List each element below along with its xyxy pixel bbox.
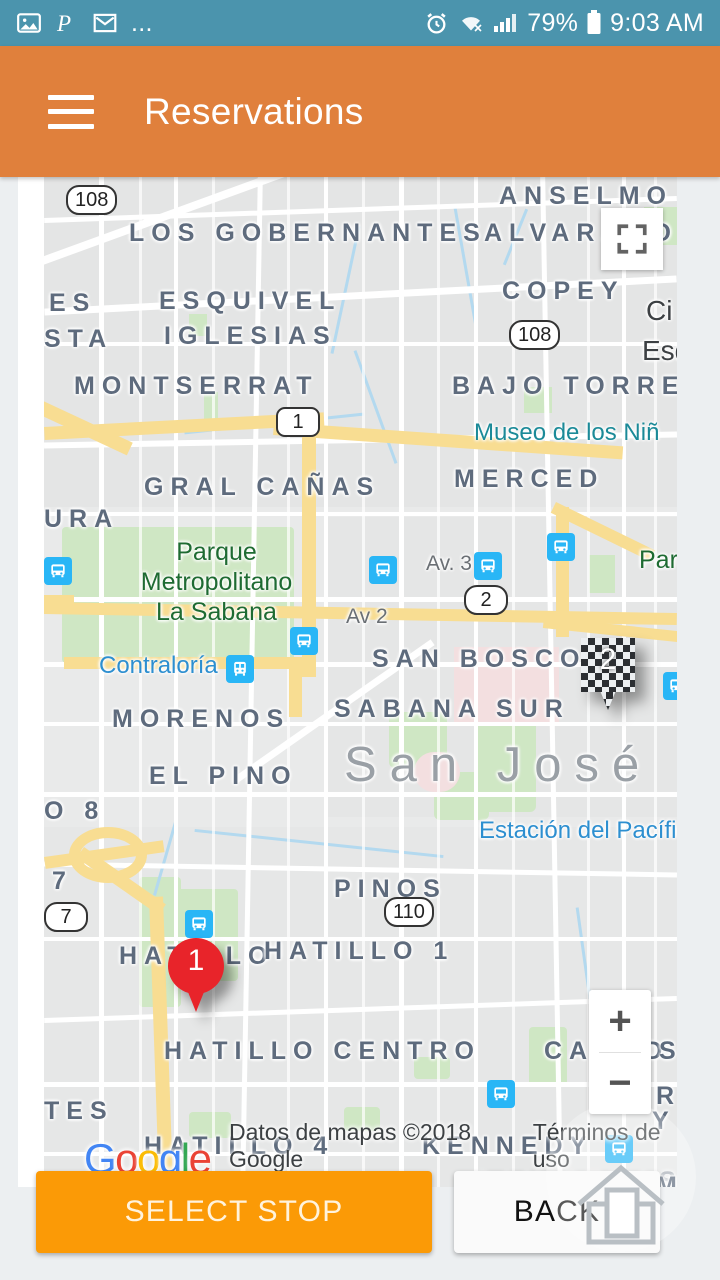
highway-shield: 1 xyxy=(276,407,320,437)
map-marker-1[interactable]: 1 xyxy=(168,938,224,1012)
fullscreen-icon[interactable] xyxy=(601,208,663,270)
park-sabana xyxy=(62,527,294,663)
content-area: LOS GOBERNANTES ANSELMO ALVARADO COPEY E… xyxy=(0,177,720,1280)
road xyxy=(139,177,142,1187)
hamburger-bar xyxy=(48,109,94,114)
green-patch xyxy=(414,1057,450,1079)
status-bar: P ... 79% 9:03 AM xyxy=(0,0,720,46)
gmail-icon xyxy=(92,10,118,36)
road xyxy=(474,177,478,1187)
page-title: Reservations xyxy=(144,90,364,132)
bus-stop-icon[interactable] xyxy=(474,552,502,580)
bus-stop-icon[interactable] xyxy=(369,556,397,584)
bus-stop-icon[interactable] xyxy=(185,910,213,938)
green-patch xyxy=(589,555,615,593)
highway-shield: 2 xyxy=(464,585,508,615)
zoom-in-button[interactable]: + xyxy=(589,990,651,1052)
green-patch xyxy=(529,1027,567,1087)
map-canvas[interactable]: LOS GOBERNANTES ANSELMO ALVARADO COPEY E… xyxy=(44,177,677,1187)
signal-icon xyxy=(493,11,519,35)
bus-stop-icon[interactable] xyxy=(290,627,318,655)
road xyxy=(212,177,215,1187)
highway-shield: 108 xyxy=(66,185,118,215)
road xyxy=(399,177,404,1187)
green-patch xyxy=(189,314,207,336)
bottom-button-bar: SELECT STOP BACK xyxy=(0,1166,720,1258)
map-card: LOS GOBERNANTES ANSELMO ALVARADO COPEY E… xyxy=(18,177,677,1187)
highway-shield: 110 xyxy=(384,897,434,927)
train-station-icon[interactable] xyxy=(226,655,254,683)
road xyxy=(437,177,440,1187)
hamburger-bar xyxy=(48,123,94,129)
status-bar-right-icons: 79% 9:03 AM xyxy=(424,9,704,38)
marker-label: 2 xyxy=(599,643,617,676)
bus-stop-icon[interactable] xyxy=(487,1080,515,1108)
status-bar-left-icons: P ... xyxy=(16,9,153,38)
hospital-area xyxy=(454,647,559,723)
bus-stop-icon[interactable] xyxy=(44,557,72,585)
battery-percent-label: 79% xyxy=(527,8,579,37)
highway-loop xyxy=(69,827,147,883)
highway xyxy=(289,662,302,717)
zoom-controls: + − xyxy=(589,990,651,1114)
map-data-text: Datos de mapas ©2018 Google xyxy=(229,1119,471,1172)
map-terms: Datos de mapas ©2018 Google Términos de … xyxy=(229,1119,677,1173)
terms-link[interactable]: Términos de uso xyxy=(533,1119,677,1173)
road xyxy=(174,177,178,1187)
wifi-icon xyxy=(457,11,485,35)
battery-icon xyxy=(586,10,602,36)
select-stop-button[interactable]: SELECT STOP xyxy=(36,1171,432,1253)
road xyxy=(362,177,365,1187)
hamburger-icon[interactable] xyxy=(48,94,94,129)
bus-stop-icon[interactable] xyxy=(547,533,575,561)
app-bar: Reservations xyxy=(0,46,720,177)
hamburger-bar xyxy=(48,94,94,100)
alarm-icon xyxy=(424,11,449,36)
road xyxy=(324,177,328,1187)
back-button[interactable]: BACK xyxy=(454,1171,660,1253)
more-icon: ... xyxy=(131,8,153,37)
highway-shield: 7 xyxy=(44,902,88,932)
highway xyxy=(64,657,314,669)
map-marker-2[interactable]: 2 xyxy=(581,638,635,710)
image-icon xyxy=(16,10,42,36)
pinterest-icon: P xyxy=(55,9,79,37)
highway-shield: 108 xyxy=(509,320,561,350)
zoom-out-button[interactable]: − xyxy=(589,1053,651,1115)
bus-stop-icon[interactable] xyxy=(663,672,677,700)
clock-label: 9:03 AM xyxy=(610,8,704,37)
svg-text:P: P xyxy=(56,11,71,36)
road xyxy=(99,177,104,1187)
marker-label: 1 xyxy=(187,944,205,977)
road xyxy=(654,177,657,1187)
